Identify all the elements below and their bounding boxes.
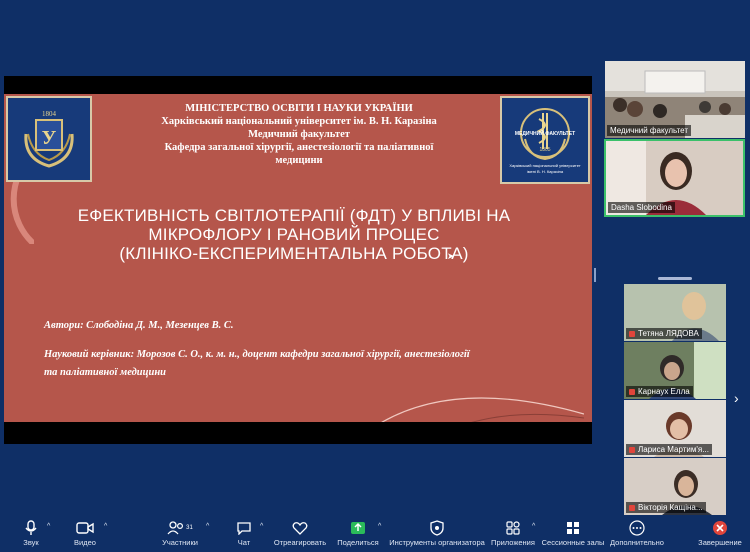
department-line-1: Кафедра загальної хірургії, анестезіолог…: [164, 142, 434, 153]
host-tools-button[interactable]: Инструменты организатора: [389, 518, 485, 552]
participant-name-text: Тетяна ЛЯДОВА: [638, 329, 699, 338]
shield-icon: [430, 520, 444, 536]
breakout-rooms-icon: [567, 522, 579, 534]
end-meeting-label: Завершение: [698, 538, 742, 547]
faculty-line: Медичний факультет: [248, 129, 350, 140]
participants-icon: [167, 521, 184, 535]
breakout-rooms-label: Сессионные залы: [541, 538, 605, 547]
audio-button[interactable]: Звук: [16, 518, 46, 552]
more-options-icon: [629, 520, 645, 536]
participant-name: Вікторія Кащіна...: [626, 502, 706, 513]
participant-name: Dasha Slobodina: [608, 202, 675, 213]
chat-button[interactable]: Чат: [232, 518, 256, 552]
video-label: Видео: [74, 538, 96, 547]
presentation-slide: У 1804 МІНІСТЕРСТВО ОСВІТИ І НАУКИ УКРАЇ…: [4, 94, 592, 422]
participant-tile-2-active-speaker[interactable]: Dasha Slobodina: [604, 139, 745, 217]
muted-mic-icon: [629, 446, 635, 453]
meeting-toolbar: Звук ^ Видео ^ 31 Участники ^ Чат ^ Отре…: [0, 518, 750, 552]
end-meeting-button[interactable]: Завершение: [696, 518, 744, 552]
department-line-2: медицини: [275, 155, 323, 166]
svg-text:1804: 1804: [42, 110, 57, 118]
svg-text:1805: 1805: [539, 147, 550, 153]
microphone-icon: [25, 520, 37, 535]
video-button[interactable]: Видео: [70, 518, 100, 552]
participant-name: Медичний факультет: [607, 125, 691, 136]
svg-text:Харківський національний уніве: Харківський національний університет: [509, 163, 580, 168]
faculty-emblem-icon: МЕДИЧНИЙ ФАКУЛЬТЕТ 1805 Харківський наці…: [509, 108, 581, 174]
supervisor-line-1: Науковий керівник: Морозов С. О., к. м. …: [44, 349, 470, 360]
slide-supervisor: Науковий керівник: Морозов С. О., к. м. …: [44, 346, 564, 382]
chat-label: Чат: [237, 538, 251, 547]
title-line-3: (КЛІНІКО-ЕКСПЕРИМЕНТАЛЬНА РОБОТА): [119, 244, 469, 263]
title-line-2: МІКРОФЛОРУ І РАНОВИЙ ПРОЦЕС: [148, 225, 440, 244]
share-screen-icon: [351, 522, 365, 534]
participant-name: Лариса Мартим'я...: [626, 444, 712, 455]
participant-name: Карнаух Елла: [626, 386, 693, 397]
reactions-button[interactable]: Отреагировать: [274, 518, 326, 552]
faculty-logo-right: МЕДИЧНИЙ ФАКУЛЬТЕТ 1805 Харківський наці…: [500, 96, 590, 184]
svg-text:МЕДИЧНИЙ ФАКУЛЬТЕТ: МЕДИЧНИЙ ФАКУЛЬТЕТ: [515, 129, 575, 137]
university-logo-left: У 1804: [6, 96, 92, 182]
slide-title: ЕФЕКТИВНІСТЬ СВІТЛОТЕРАПІЇ (ФДТ) У ВПЛИВ…: [34, 206, 554, 263]
panel-resize-handle[interactable]: [594, 268, 596, 282]
apps-label: Приложения: [491, 538, 535, 547]
participant-name-text: Вікторія Кащіна...: [638, 503, 703, 512]
university-line: Харківський національний університет ім.…: [161, 116, 437, 127]
chat-options-caret-icon[interactable]: ^: [260, 523, 263, 530]
video-options-caret-icon[interactable]: ^: [104, 523, 107, 530]
participant-tile-5[interactable]: Лариса Мартим'я...: [624, 400, 726, 457]
apps-button[interactable]: Приложения: [490, 518, 536, 552]
supervisor-line-2: та паліативної медицини: [44, 367, 166, 378]
title-line-1: ЕФЕКТИВНІСТЬ СВІТЛОТЕРАПІЇ (ФДТ) У ВПЛИВ…: [77, 206, 511, 225]
slide-authors: Автори: Слободіна Д. М., Мезенцев В. С.: [44, 320, 234, 331]
participants-button[interactable]: 31 Участники: [160, 518, 200, 552]
share-label: Поделиться: [337, 538, 379, 547]
mouse-cursor-icon: ➤: [447, 251, 455, 261]
breakout-rooms-button[interactable]: Сессионные залы: [542, 518, 604, 552]
apps-options-caret-icon[interactable]: ^: [532, 523, 535, 530]
participant-tile-4[interactable]: Карнаух Елла: [624, 342, 726, 399]
close-icon: [713, 521, 727, 535]
university-crest-icon: У 1804: [24, 110, 74, 168]
muted-mic-icon: [629, 388, 635, 395]
svg-text:імені В. Н. Каразіна: імені В. Н. Каразіна: [527, 169, 564, 174]
slide-header: МІНІСТЕРСТВО ОСВІТИ І НАУКИ УКРАЇНИ Харк…: [104, 102, 494, 167]
svg-text:У: У: [42, 127, 57, 149]
chat-icon: [237, 522, 251, 535]
more-label: Дополнительно: [610, 538, 664, 547]
share-options-caret-icon[interactable]: ^: [378, 523, 381, 530]
audio-label: Звук: [23, 538, 39, 547]
muted-mic-icon: [629, 330, 635, 337]
participants-options-caret-icon[interactable]: ^: [206, 523, 209, 530]
participant-tile-1[interactable]: Медичний факультет: [605, 61, 745, 138]
host-tools-label: Инструменты организатора: [389, 538, 485, 547]
participants-label: Участники: [162, 538, 198, 547]
ministry-line: МІНІСТЕРСТВО ОСВІТИ І НАУКИ УКРАЇНИ: [185, 103, 413, 114]
shared-screen[interactable]: У 1804 МІНІСТЕРСТВО ОСВІТИ І НАУКИ УКРАЇ…: [4, 76, 592, 444]
next-page-chevron-icon[interactable]: ›: [734, 390, 739, 406]
participant-tile-3[interactable]: Тетяна ЛЯДОВА: [624, 284, 726, 341]
muted-mic-icon: [629, 504, 635, 511]
more-button[interactable]: Дополнительно: [608, 518, 666, 552]
apps-icon: [506, 521, 520, 535]
participants-count: 31: [186, 525, 193, 531]
participant-tile-6[interactable]: Вікторія Кащіна...: [624, 458, 726, 515]
decorative-curve: [381, 397, 584, 422]
reactions-label: Отреагировать: [273, 538, 327, 547]
heart-icon: [292, 522, 308, 535]
participant-name: Тетяна ЛЯДОВА: [626, 328, 702, 339]
camera-icon: [76, 522, 94, 534]
audio-options-caret-icon[interactable]: ^: [47, 523, 50, 530]
share-screen-button[interactable]: Поделиться: [336, 518, 380, 552]
participant-name-text: Лариса Мартим'я...: [638, 445, 709, 454]
participant-name-text: Карнаух Елла: [638, 387, 690, 396]
panel-drag-grip[interactable]: [658, 277, 692, 280]
